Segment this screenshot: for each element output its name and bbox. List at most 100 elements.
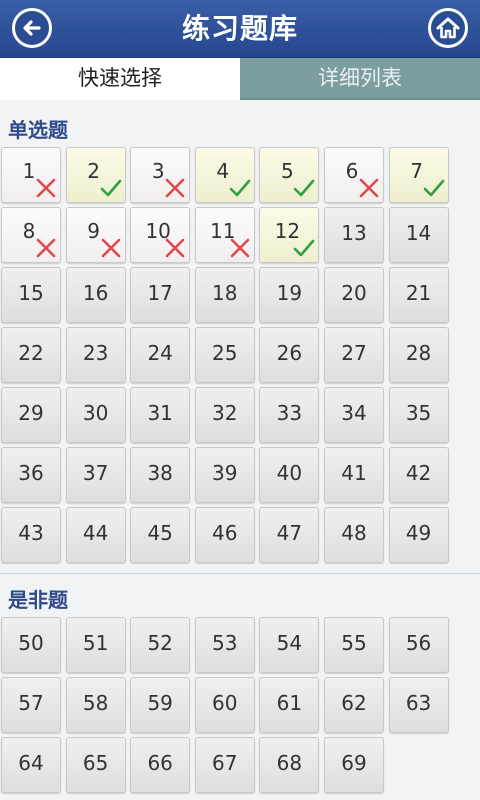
question-cell[interactable]: 19 <box>259 267 320 323</box>
question-cell[interactable]: 29 <box>1 387 61 443</box>
question-cell[interactable]: 38 <box>130 447 191 503</box>
question-cell[interactable]: 68 <box>259 737 320 793</box>
question-number: 4 <box>216 159 230 183</box>
question-cell[interactable]: 6 <box>323 147 384 203</box>
question-cell[interactable]: 63 <box>388 677 449 733</box>
question-cell[interactable]: 37 <box>65 447 126 503</box>
question-cell[interactable]: 65 <box>65 737 126 793</box>
question-number: 3 <box>151 159 165 183</box>
question-number: 35 <box>405 401 432 425</box>
question-number: 45 <box>147 521 173 545</box>
question-cell[interactable]: 20 <box>323 267 384 323</box>
question-cell[interactable]: 57 <box>1 677 61 733</box>
question-cell[interactable]: 3 <box>130 147 191 203</box>
question-cell[interactable]: 58 <box>65 677 126 733</box>
question-number: 51 <box>82 631 109 655</box>
question-cell[interactable]: 8 <box>1 207 61 263</box>
question-number: 69 <box>341 751 367 775</box>
tab-quick-select[interactable]: 快速选择 <box>0 58 240 100</box>
question-cell[interactable]: 13 <box>323 207 384 263</box>
question-cell[interactable]: 35 <box>388 387 449 443</box>
question-number: 6 <box>345 159 359 183</box>
question-cell[interactable]: 12 <box>259 207 320 263</box>
question-cell[interactable]: 27 <box>323 327 384 383</box>
question-cell[interactable]: 55 <box>323 617 384 673</box>
question-number: 46 <box>212 521 238 545</box>
question-cell[interactable]: 61 <box>259 677 320 733</box>
question-number: 39 <box>212 461 238 485</box>
question-cell[interactable]: 60 <box>194 677 255 733</box>
question-cell[interactable]: 46 <box>194 507 255 563</box>
question-number: 52 <box>147 631 173 655</box>
question-cell[interactable]: 4 <box>194 147 255 203</box>
question-cell[interactable]: 41 <box>323 447 384 503</box>
question-cell[interactable]: 11 <box>194 207 255 263</box>
question-cell[interactable]: 22 <box>1 327 61 383</box>
question-cell[interactable]: 43 <box>1 507 61 563</box>
question-cell[interactable]: 50 <box>1 617 61 673</box>
question-cell[interactable]: 62 <box>323 677 384 733</box>
question-cell[interactable]: 39 <box>194 447 255 503</box>
question-cell[interactable]: 9 <box>65 207 126 263</box>
question-cell[interactable]: 48 <box>323 507 384 563</box>
question-cell[interactable]: 64 <box>1 737 61 793</box>
question-cell[interactable]: 47 <box>259 507 320 563</box>
question-cell[interactable]: 2 <box>65 147 126 203</box>
single-choice-question-grid: 1 2 3 4 5 6 7 8 9 10 11 12 13 14 15 16 17 18 19 20 21 22 23 24 2… <box>1 147 480 563</box>
question-number: 43 <box>18 521 44 545</box>
question-cell[interactable]: 36 <box>1 447 61 503</box>
question-cell[interactable]: 7 <box>388 147 449 203</box>
question-cell[interactable]: 59 <box>130 677 191 733</box>
question-cell[interactable]: 5 <box>259 147 320 203</box>
question-cell[interactable]: 49 <box>388 507 449 563</box>
home-button[interactable] <box>428 8 468 48</box>
question-number: 19 <box>276 281 303 305</box>
question-cell[interactable]: 30 <box>65 387 126 443</box>
question-cell[interactable]: 56 <box>388 617 449 673</box>
question-cell[interactable]: 18 <box>194 267 255 323</box>
question-cell[interactable]: 25 <box>194 327 255 383</box>
question-cell[interactable]: 53 <box>194 617 255 673</box>
question-cell[interactable]: 23 <box>65 327 126 383</box>
question-cell[interactable]: 52 <box>130 617 191 673</box>
question-cell[interactable]: 44 <box>65 507 126 563</box>
question-cell[interactable]: 54 <box>259 617 320 673</box>
question-cell[interactable]: 17 <box>130 267 191 323</box>
question-cell[interactable]: 66 <box>130 737 191 793</box>
question-number: 24 <box>147 341 173 365</box>
question-cell[interactable]: 69 <box>323 737 384 793</box>
question-cell[interactable]: 34 <box>323 387 384 443</box>
question-cell[interactable]: 51 <box>65 617 126 673</box>
question-cell[interactable]: 1 <box>1 147 61 203</box>
tab-detail-list[interactable]: 详细列表 <box>240 58 480 100</box>
question-cell[interactable]: 16 <box>65 267 126 323</box>
question-cell[interactable]: 67 <box>194 737 255 793</box>
question-cell[interactable]: 32 <box>194 387 255 443</box>
question-number: 7 <box>410 159 423 183</box>
question-cell[interactable]: 24 <box>130 327 191 383</box>
question-cell[interactable]: 33 <box>259 387 320 443</box>
question-number: 63 <box>405 691 432 715</box>
question-cell[interactable]: 40 <box>259 447 320 503</box>
question-number: 23 <box>82 341 109 365</box>
question-number: 2 <box>87 159 100 183</box>
question-cell[interactable]: 21 <box>388 267 449 323</box>
question-number: 29 <box>18 401 44 425</box>
question-cell[interactable]: 10 <box>130 207 191 263</box>
question-cell[interactable]: 14 <box>388 207 449 263</box>
question-number: 32 <box>212 401 238 425</box>
question-cell[interactable]: 42 <box>388 447 449 503</box>
question-cell[interactable]: 31 <box>130 387 191 443</box>
question-number: 55 <box>341 631 367 655</box>
wrong-x-icon <box>101 238 120 258</box>
question-cell[interactable]: 26 <box>259 327 320 383</box>
question-number: 64 <box>18 751 44 775</box>
question-number: 28 <box>405 341 432 365</box>
question-cell[interactable]: 45 <box>130 507 191 563</box>
question-cell[interactable]: 15 <box>1 267 61 323</box>
question-cell[interactable]: 28 <box>388 327 449 383</box>
question-number: 34 <box>341 401 367 425</box>
question-number: 36 <box>18 461 44 485</box>
question-number: 48 <box>341 521 367 545</box>
question-number: 27 <box>341 341 367 365</box>
